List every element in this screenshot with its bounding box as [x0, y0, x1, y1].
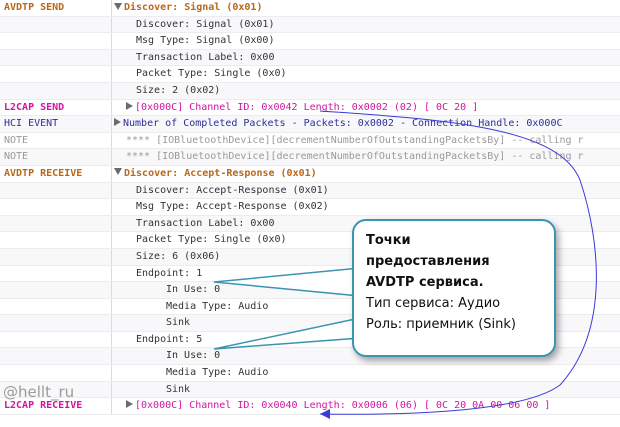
callout-pointer-endpoint-5 — [213, 317, 361, 350]
callout-line-3: AVDTP сервиса. — [366, 275, 484, 290]
callout-line-2: предоставления — [366, 254, 490, 269]
callout-line-5: Роль: приемник (Sink) — [366, 317, 516, 332]
callout-box: Точки предоставления AVDTP сервиса. Тип … — [352, 219, 556, 357]
channel-id-arrowhead — [320, 409, 330, 419]
callout-pointer-endpoint-1 — [213, 267, 361, 297]
callout-line-1: Точки — [366, 233, 411, 248]
watermark: @hellt_ru — [3, 383, 75, 401]
callout-line-4: Тип сервиса: Аудио — [366, 296, 501, 311]
annotation-overlay — [213, 110, 597, 419]
